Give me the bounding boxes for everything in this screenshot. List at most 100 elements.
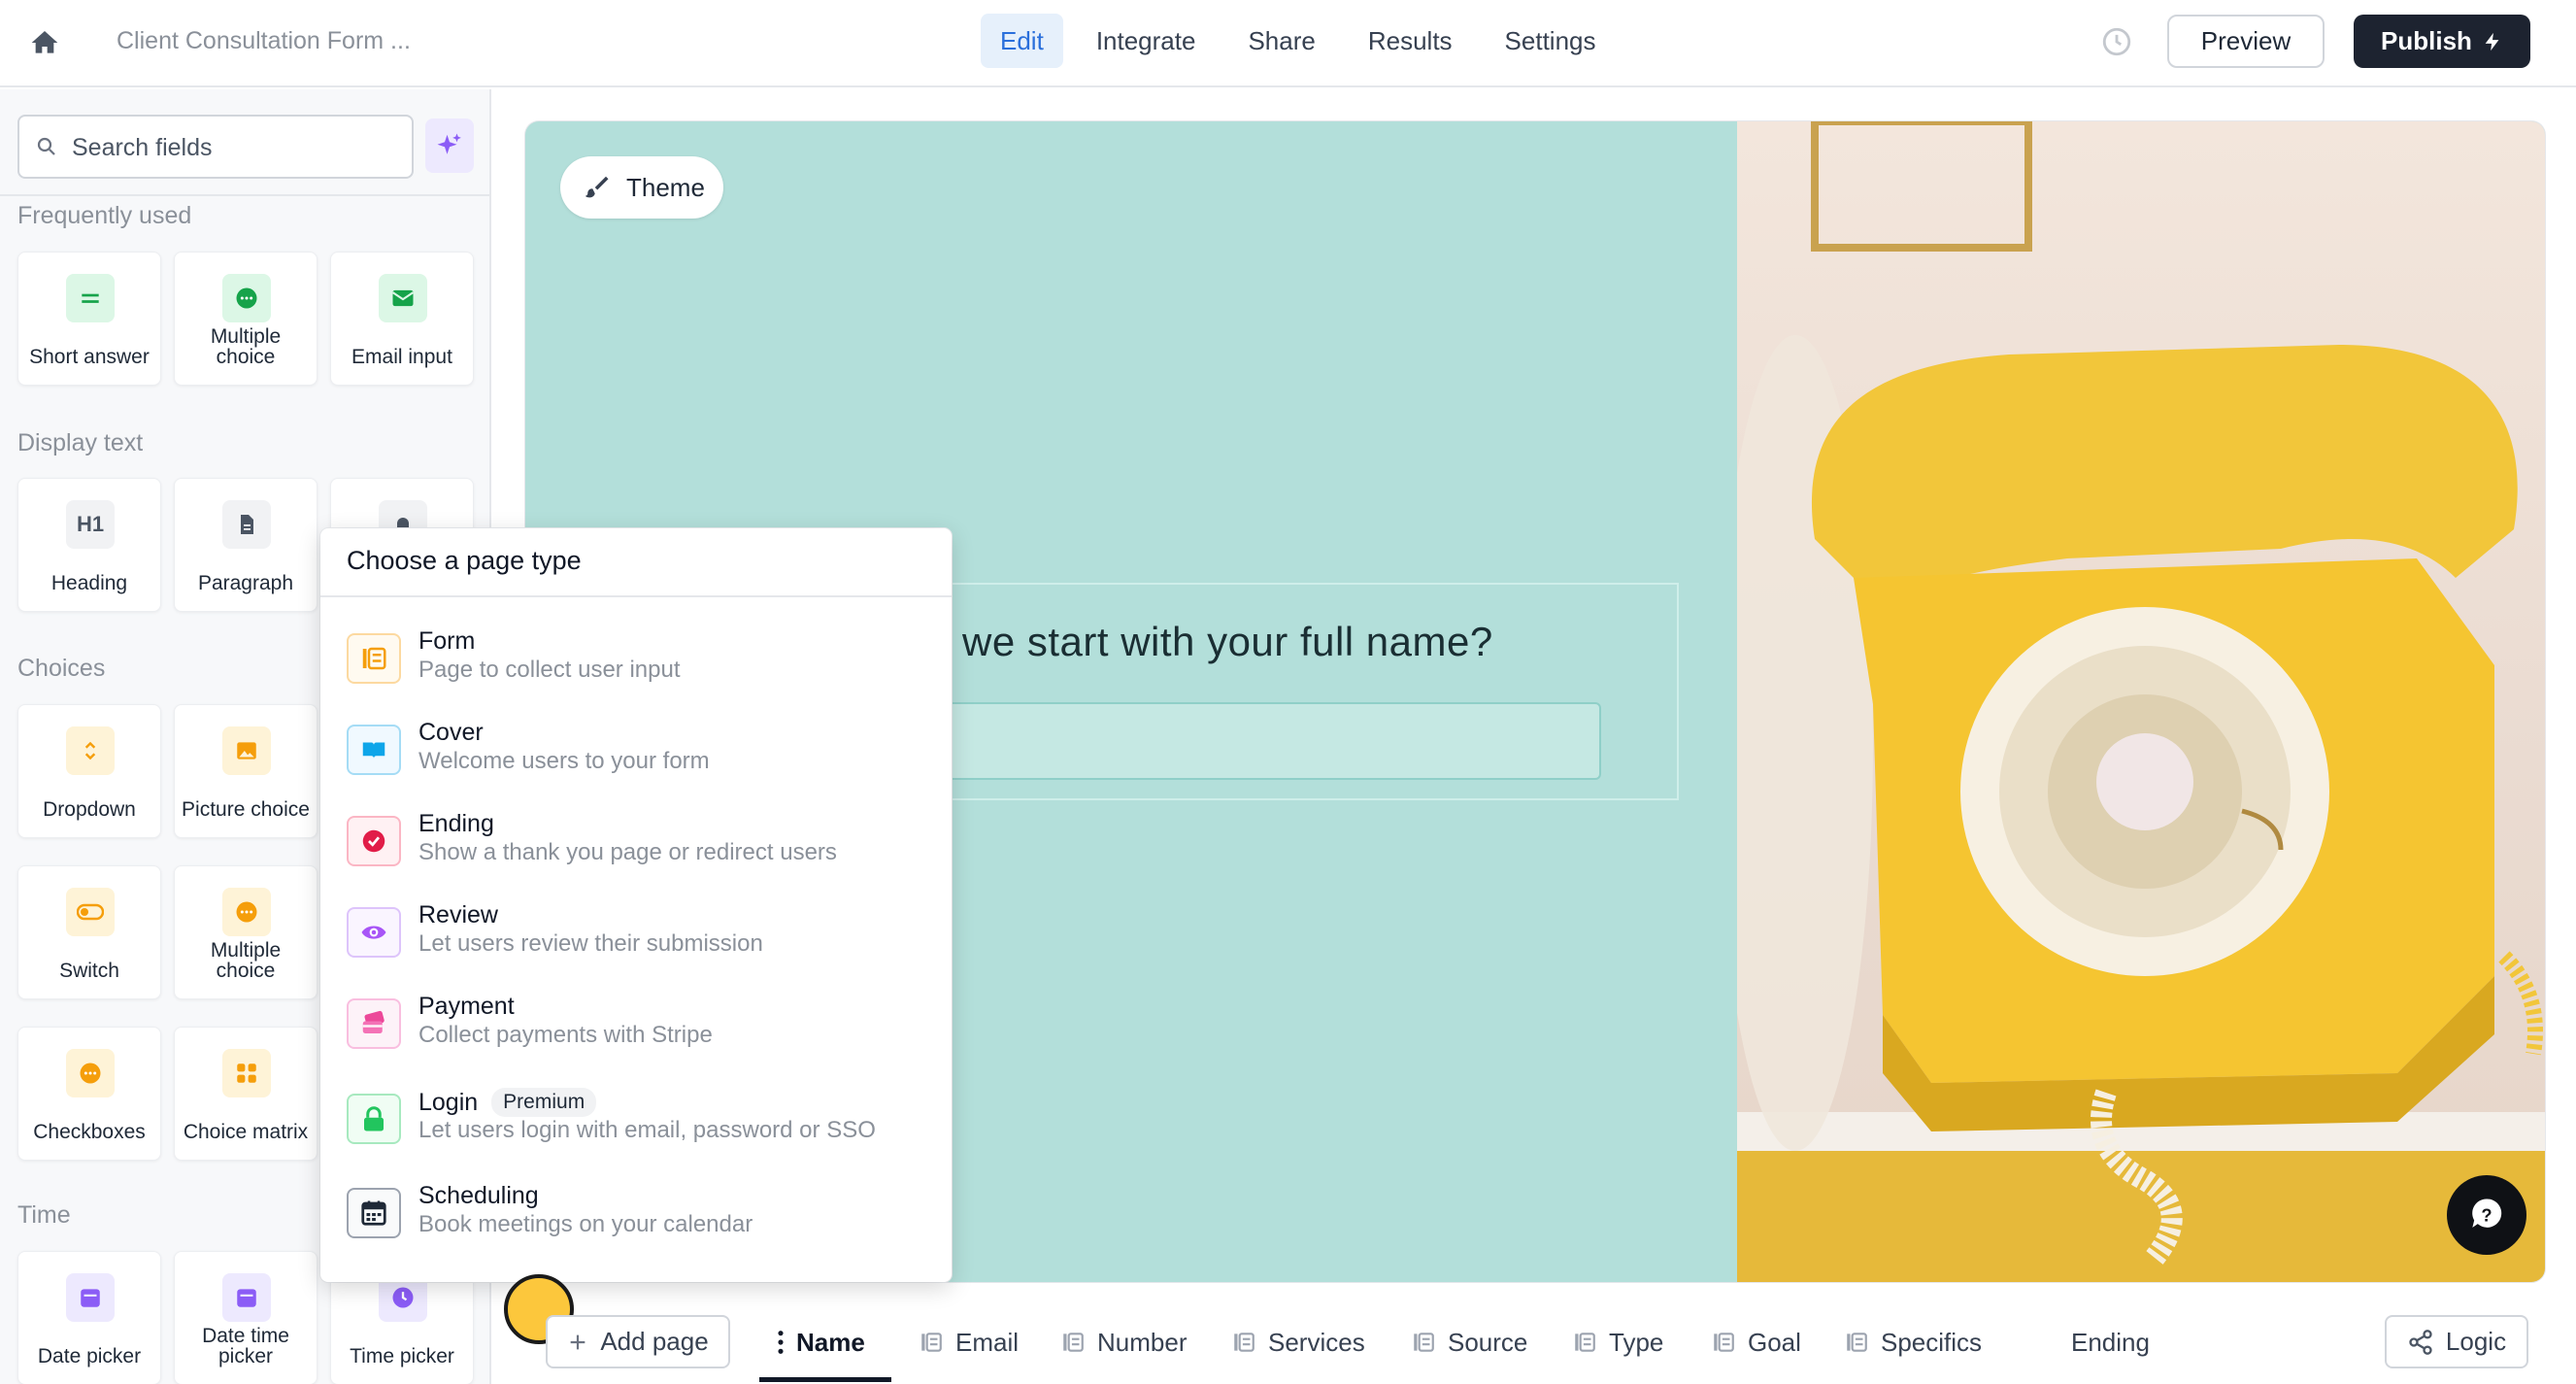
page-type-desc: Let users review their submission — [418, 930, 763, 957]
theme-button[interactable]: Theme — [560, 156, 723, 219]
active-tab-indicator — [759, 1377, 891, 1382]
field-checkboxes[interactable]: Checkboxes — [17, 1027, 161, 1161]
search-input[interactable] — [72, 128, 402, 167]
field-date-picker[interactable]: Date picker — [17, 1251, 161, 1384]
page-type-ending[interactable]: Ending Show a thank you page or redirect… — [347, 804, 939, 874]
field-dropdown[interactable]: Dropdown — [17, 704, 161, 838]
picture-icon — [222, 726, 271, 775]
plus-icon — [570, 1334, 585, 1349]
field-label: Multiple choice — [210, 939, 282, 982]
logic-label: Logic — [2445, 1327, 2507, 1356]
multiple-choice-icon — [222, 888, 271, 936]
theme-label: Theme — [626, 172, 705, 202]
brush-icon — [585, 176, 609, 198]
question-title[interactable]: we start with your full name? — [962, 619, 1493, 665]
add-page-label: Add page — [600, 1327, 709, 1356]
page-tab-label: Number — [1097, 1327, 1188, 1357]
book-icon — [347, 725, 401, 775]
page-tab-label: Goal — [1748, 1327, 1801, 1357]
page-type-desc: Page to collect user input — [418, 657, 681, 683]
tab-settings[interactable]: Settings — [1486, 14, 1616, 68]
svg-text:?: ? — [2481, 1204, 2492, 1225]
page-tab-goal[interactable]: Goal — [1711, 1323, 1801, 1362]
history-icon[interactable] — [2100, 25, 2133, 58]
page-type-cover[interactable]: Cover Welcome users to your form — [347, 713, 939, 783]
section-frequently-used: Frequently used — [17, 202, 192, 229]
page-tab-label: Specifics — [1881, 1327, 1983, 1357]
page-type-popover: Choose a page type Form Page to collect … — [320, 528, 952, 1282]
calendar-icon — [222, 1273, 271, 1322]
premium-badge: Premium — [491, 1088, 597, 1117]
sparkle-icon — [437, 133, 461, 154]
logic-button[interactable]: Logic — [2385, 1315, 2528, 1368]
page-type-desc: Let users login with email, password or … — [418, 1117, 876, 1143]
cover-image — [1737, 121, 2545, 1282]
check-circle-icon — [347, 816, 401, 866]
short-answer-icon — [66, 274, 115, 322]
field-heading[interactable]: H1 Heading — [17, 478, 161, 612]
page-type-name: Ending — [418, 810, 494, 837]
page-type-payment[interactable]: Payment Collect payments with Stripe — [347, 987, 939, 1057]
page-type-name: Scheduling — [418, 1182, 539, 1209]
heading-icon: H1 — [66, 500, 115, 549]
publish-label: Publish — [2381, 26, 2472, 55]
ai-generate-button[interactable] — [425, 118, 474, 173]
form-page-icon — [1234, 1333, 1255, 1352]
field-picture-choice[interactable]: Picture choice — [174, 704, 318, 838]
page-type-desc: Book meetings on your calendar — [418, 1211, 753, 1237]
page-tab-label: Name — [796, 1327, 865, 1357]
page-tab-label: Services — [1268, 1327, 1365, 1357]
page-tab-specifics[interactable]: Specifics — [1844, 1323, 1982, 1362]
tab-results[interactable]: Results — [1349, 14, 1472, 68]
preview-button[interactable]: Preview — [2167, 15, 2325, 68]
page-tab-source[interactable]: Source — [1411, 1323, 1527, 1362]
page-tab-services[interactable]: Services — [1231, 1323, 1365, 1362]
field-short-answer[interactable]: Short answer — [17, 252, 161, 386]
home-icon[interactable] — [29, 27, 60, 58]
page-type-name: Cover — [418, 719, 484, 746]
divider — [0, 194, 489, 196]
publish-button[interactable]: Publish — [2354, 15, 2530, 68]
page-tab-type[interactable]: Type — [1572, 1323, 1663, 1362]
field-email-input[interactable]: Email input — [330, 252, 474, 386]
field-choice-matrix[interactable]: Choice matrix — [174, 1027, 318, 1161]
form-icon — [347, 633, 401, 684]
lock-icon — [347, 1094, 401, 1144]
tab-integrate[interactable]: Integrate — [1077, 14, 1216, 68]
form-page-icon — [1714, 1333, 1734, 1352]
help-chat-button[interactable]: ? — [2447, 1175, 2526, 1255]
form-page-icon — [1575, 1333, 1595, 1352]
page-tab-label: Source — [1448, 1327, 1528, 1357]
field-date-time-picker[interactable]: Date time picker — [174, 1251, 318, 1384]
top-bar: Client Consultation Form ... Edit Integr… — [0, 0, 2576, 87]
tab-edit[interactable]: Edit — [981, 14, 1063, 68]
field-switch[interactable]: Switch — [17, 865, 161, 999]
page-tab-email[interactable]: Email — [919, 1323, 1019, 1362]
field-multiple-choice[interactable]: Multiple choice — [174, 252, 318, 386]
answer-input[interactable] — [914, 702, 1601, 780]
document-icon — [222, 500, 271, 549]
divider — [320, 595, 952, 597]
tab-share[interactable]: Share — [1228, 14, 1334, 68]
page-type-form[interactable]: Form Page to collect user input — [347, 622, 939, 692]
page-tab-ending[interactable]: Ending — [2071, 1323, 2150, 1362]
multiple-choice-icon — [222, 274, 271, 322]
form-page-icon — [921, 1333, 942, 1352]
add-page-button[interactable]: Add page — [546, 1315, 730, 1368]
drag-handle-icon — [778, 1331, 784, 1354]
field-label: Dropdown — [43, 798, 136, 821]
form-title[interactable]: Client Consultation Form ... — [117, 27, 411, 55]
section-choices: Choices — [17, 655, 106, 682]
page-type-review[interactable]: Review Let users review their submission — [347, 895, 939, 965]
calendar-icon — [66, 1273, 115, 1322]
field-paragraph[interactable]: Paragraph — [174, 478, 318, 612]
field-multiple-choice-2[interactable]: Multiple choice — [174, 865, 318, 999]
page-type-login[interactable]: Login Premium Let users login with email,… — [347, 1082, 939, 1152]
page-tab-label: Ending — [2071, 1327, 2150, 1357]
page-tab-number[interactable]: Number — [1060, 1323, 1187, 1362]
page-type-name: Review — [418, 901, 498, 928]
page-type-scheduling[interactable]: Scheduling Book meetings on your calenda… — [347, 1176, 939, 1246]
page-tab-name[interactable]: Name — [777, 1323, 865, 1362]
field-label: Email input — [351, 346, 452, 368]
section-display-text: Display text — [17, 429, 144, 456]
